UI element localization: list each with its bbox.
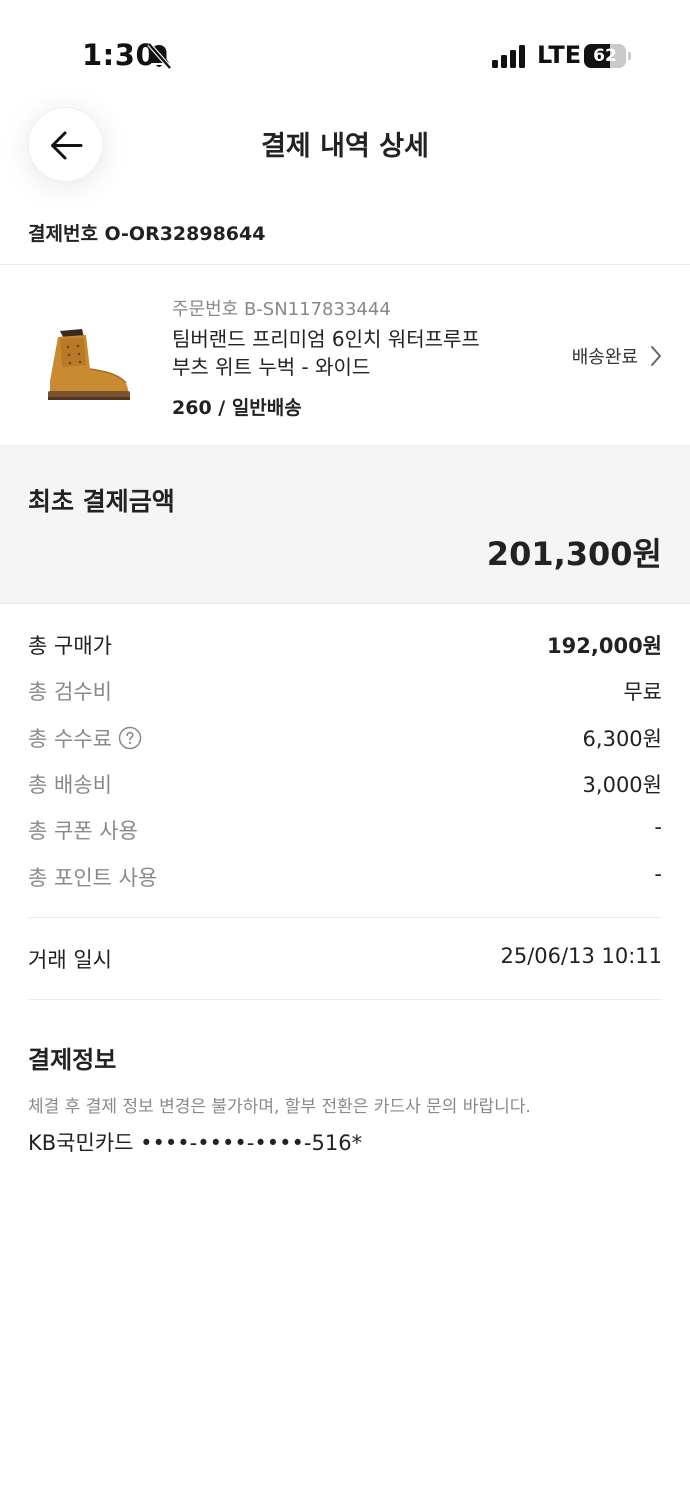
product-image (48, 329, 130, 400)
breakdown-label: 총 포인트 사용 (28, 866, 158, 890)
breakdown-label: 총 쿠폰 사용 (28, 819, 138, 843)
breakdown-label-fee: 총 수수료 (28, 723, 142, 753)
breakdown-label: 총 검수비 (28, 680, 112, 704)
delivery-status: 배송완료 (571, 347, 638, 368)
bell-off-icon (147, 42, 172, 70)
breakdown-label: 총 수수료 (28, 727, 112, 751)
initial-payment-box: 최초 결제금액 201,300원 (0, 445, 690, 604)
payment-info-notice: 체결 후 결제 정보 변경은 불가하며, 할부 전환은 카드사 문의 바랍니다. (28, 1097, 531, 1117)
battery-icon: 62 (584, 44, 631, 68)
payment-detail-page: 1:30 LTE 62 결제 내역 상세 결제번호 O-OR32898644 주… (0, 0, 690, 1500)
page-title: 결제 내역 상세 (261, 131, 429, 162)
signal-icon (492, 44, 526, 68)
breakdown-value: 3,000원 (582, 773, 662, 797)
battery-level: 62 (593, 46, 617, 66)
delivery-status-link[interactable]: 배송완료 (572, 343, 662, 369)
product-name-line1: 팀버랜드 프리미엄 6인치 워터프루프 (172, 327, 480, 351)
question-circle-icon[interactable] (118, 726, 142, 750)
product-name-line2: 부츠 위트 누벅 - 와이드 (172, 355, 371, 379)
breakdown-row-purchase: 총 구매가 192,000원 (28, 630, 662, 660)
payment-info-title: 결제정보 (28, 1046, 117, 1074)
breakdown-row-inspection: 총 검수비 무료 (28, 676, 662, 706)
breakdown-value: 6,300원 (582, 727, 662, 751)
initial-payment-amount: 201,300원 (486, 535, 662, 573)
order-number: 주문번호 B-SN117833444 (172, 299, 391, 320)
payment-card: KB국민카드 ••••-••••-••••-516* (28, 1131, 363, 1155)
breakdown-value: 무료 (623, 680, 662, 704)
breakdown-label: 총 구매가 (28, 634, 112, 658)
transaction-datetime-label: 거래 일시 (28, 948, 112, 972)
breakdown-value: 192,000원 (547, 634, 662, 658)
payment-number: 결제번호 O-OR32898644 (28, 223, 266, 245)
breakdown-value: - (654, 815, 662, 839)
transaction-datetime-value: 25/06/13 10:11 (500, 944, 662, 968)
product-name: 팀버랜드 프리미엄 6인치 워터프루프 부츠 위트 누벅 - 와이드 (172, 325, 532, 381)
product-item[interactable]: 주문번호 B-SN117833444 팀버랜드 프리미엄 6인치 워터프루프 부… (0, 265, 690, 445)
breakdown-value: - (654, 862, 662, 886)
breakdown-label: 총 배송비 (28, 773, 112, 797)
product-option: 260 / 일반배송 (172, 397, 302, 419)
transaction-datetime-row: 거래 일시 25/06/13 10:11 (28, 944, 662, 974)
initial-payment-label: 최초 결제금액 (28, 487, 175, 516)
breakdown-row-coupon: 총 쿠폰 사용 - (28, 815, 662, 845)
divider (28, 917, 662, 918)
breakdown-row-points: 총 포인트 사용 - (28, 862, 662, 892)
chevron-right-icon (651, 346, 661, 366)
breakdown-row-shipping: 총 배송비 3,000원 (28, 769, 662, 799)
network-type: LTE (537, 41, 582, 69)
breakdown-row-fee: 총 수수료 6,300원 (28, 723, 662, 753)
status-bar: 1:30 LTE 62 (0, 0, 690, 110)
divider (28, 999, 662, 1000)
